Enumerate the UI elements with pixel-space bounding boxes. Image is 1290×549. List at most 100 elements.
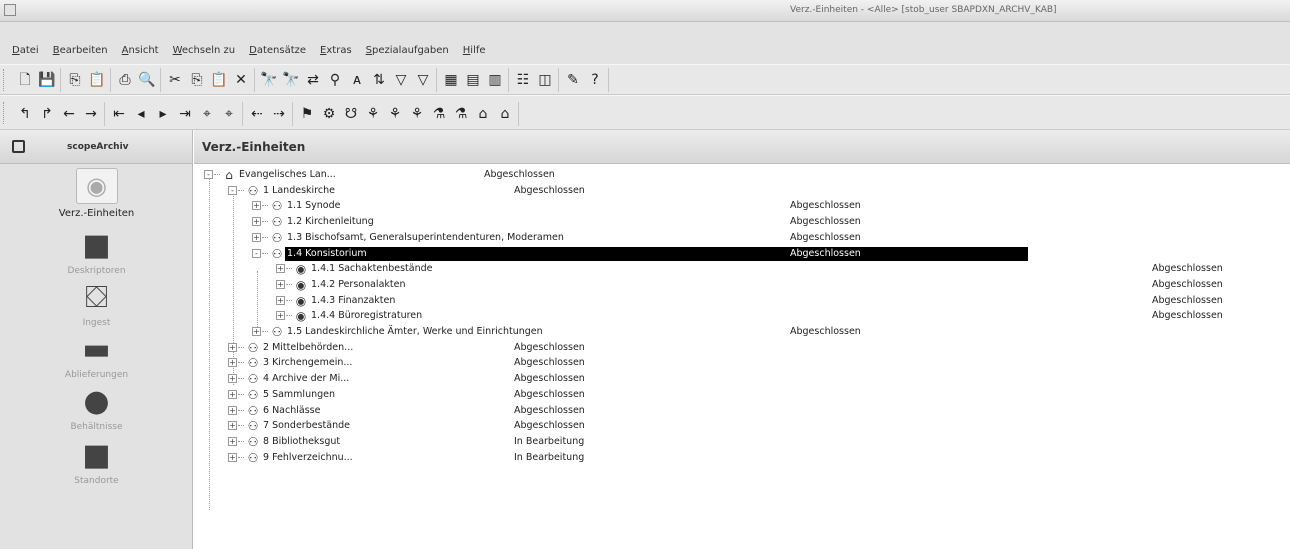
panel-icon[interactable] bbox=[12, 140, 25, 153]
sidebar-item-behältnisse[interactable]: ● Behältnisse bbox=[0, 386, 193, 433]
prev-icon[interactable]: ◂ bbox=[131, 104, 151, 124]
new-icon[interactable]: 🗋 bbox=[15, 70, 35, 90]
menu-item-datensätze[interactable]: Datensätze bbox=[249, 45, 306, 56]
menu-item-hilfe[interactable]: Hilfe bbox=[463, 45, 486, 56]
find-icon[interactable]: 🔭 bbox=[259, 70, 279, 90]
menu-item-ansicht[interactable]: Ansicht bbox=[122, 45, 159, 56]
arrow-left-icon[interactable]: ← bbox=[59, 104, 79, 124]
forward-icon[interactable]: ⇢ bbox=[269, 104, 289, 124]
tree-row[interactable]: + ◉ 1.4.4 Büroregistraturen Abgeschlossen bbox=[194, 309, 1290, 324]
expand-icon[interactable]: + bbox=[228, 374, 237, 384]
preview-icon[interactable]: 🔍 bbox=[137, 70, 157, 90]
delete-icon[interactable]: ✕ bbox=[231, 70, 251, 90]
expand-icon[interactable]: + bbox=[252, 201, 261, 211]
paste-icon[interactable]: 📋 bbox=[87, 70, 107, 90]
tree-row[interactable]: - ⚇ 1.4 Konsistorium Abgeschlossen bbox=[194, 246, 1290, 262]
menu-item-bearbeiten[interactable]: Bearbeiten bbox=[53, 45, 108, 56]
menu-item-wechseln-zu[interactable]: Wechseln zu bbox=[173, 45, 236, 56]
tree-row[interactable]: + ⚇ 3 Kirchengemein... Abgeschlossen bbox=[194, 356, 1290, 371]
tree-row[interactable]: + ⚇ 9 Fehlverzeichnu... In Bearbeitung bbox=[194, 451, 1290, 466]
expand-icon[interactable]: + bbox=[228, 436, 237, 446]
help-icon[interactable]: ? bbox=[585, 70, 605, 90]
back-icon[interactable]: ⇠ bbox=[247, 104, 267, 124]
properties-icon[interactable]: ☷ bbox=[513, 70, 533, 90]
tool2-icon[interactable]: ⚙ bbox=[319, 104, 339, 124]
tree-row[interactable]: + ◉ 1.4.1 Sachaktenbestände Abgeschlossen bbox=[194, 262, 1290, 277]
expand-icon[interactable]: + bbox=[228, 452, 237, 462]
expand-icon[interactable]: + bbox=[276, 264, 285, 274]
expand-icon[interactable]: + bbox=[228, 421, 237, 431]
view2-icon[interactable]: ▤ bbox=[463, 70, 483, 90]
tree-row[interactable]: + ⚇ 1.2 Kirchenleitung Abgeschlossen bbox=[194, 215, 1290, 230]
sidebar-item-ablieferungen[interactable]: ▬ Ablieferungen bbox=[0, 334, 193, 381]
level-up-icon[interactable]: ↰ bbox=[15, 104, 35, 124]
sidebar-item-standorte[interactable]: ■ Standorte bbox=[0, 440, 193, 487]
tree-row[interactable]: + ⚇ 1.1 Synode Abgeschlossen bbox=[194, 199, 1290, 214]
next-icon[interactable]: ▸ bbox=[153, 104, 173, 124]
menu-item-spezialaufgaben[interactable]: Spezialaufgaben bbox=[366, 45, 449, 56]
toolbar-grip[interactable] bbox=[3, 69, 6, 91]
toolbar-grip[interactable] bbox=[3, 102, 6, 124]
expand-icon[interactable]: + bbox=[228, 405, 237, 415]
last-icon[interactable]: ⇥ bbox=[175, 104, 195, 124]
tree-row[interactable]: + ⚇ 1.3 Bischofsamt, Generalsuperintendent… bbox=[194, 231, 1290, 246]
level-down-icon[interactable]: ↱ bbox=[37, 104, 57, 124]
tree-row[interactable]: + ◉ 1.4.2 Personalakten Abgeschlossen bbox=[194, 278, 1290, 293]
replace-icon[interactable]: ⇄ bbox=[303, 70, 323, 90]
tool-icon[interactable]: ✎ bbox=[563, 70, 583, 90]
sidebar-item-ingest[interactable]: ⛋ Ingest bbox=[0, 282, 193, 329]
copy2-icon[interactable]: ⎘ bbox=[187, 70, 207, 90]
menu-item-datei[interactable]: Datei bbox=[12, 45, 39, 56]
expand-icon[interactable]: + bbox=[228, 358, 237, 368]
sidebar-item-verz-einheiten[interactable]: ◉ Verz.-Einheiten bbox=[0, 168, 193, 219]
find-next-icon[interactable]: 🔭 bbox=[281, 70, 301, 90]
tree-row[interactable]: + ⚇ 8 Bibliotheksgut In Bearbeitung bbox=[194, 435, 1290, 450]
tool8-icon[interactable]: ⚗ bbox=[451, 104, 471, 124]
tool7-icon[interactable]: ⚗ bbox=[429, 104, 449, 124]
arrow-right-icon[interactable]: → bbox=[81, 104, 101, 124]
tool6-icon[interactable]: ⚘ bbox=[407, 104, 427, 124]
cut-icon[interactable]: ✂ bbox=[165, 70, 185, 90]
tool10-icon[interactable]: ⌂ bbox=[495, 104, 515, 124]
goto2-icon[interactable]: ⌖ bbox=[219, 104, 239, 124]
print-icon[interactable]: ⎙ bbox=[115, 70, 135, 90]
expand-icon[interactable]: + bbox=[252, 217, 261, 227]
find-special-icon[interactable]: ᴀ bbox=[347, 70, 367, 90]
tree-row[interactable]: + ⚇ 1.5 Landeskirchliche Ämter, Werke und … bbox=[194, 325, 1290, 340]
tree-row[interactable]: + ⚇ 2 Mittelbehörden... Abgeschlossen bbox=[194, 341, 1290, 356]
expand-icon[interactable]: + bbox=[276, 295, 285, 305]
tree-row[interactable]: - ⌂ Evangelisches Lan... Abgeschlossen bbox=[194, 168, 1290, 183]
tool4-icon[interactable]: ⚘ bbox=[363, 104, 383, 124]
collapse-icon[interactable]: - bbox=[204, 170, 213, 179]
collapse-icon[interactable]: - bbox=[228, 185, 237, 195]
tree-row[interactable]: + ⚇ 6 Nachlässe Abgeschlossen bbox=[194, 404, 1290, 419]
tree-row[interactable]: + ⚇ 4 Archive der Mi... Abgeschlossen bbox=[194, 372, 1290, 387]
tree-row[interactable]: - ⚇ 1 Landeskirche Abgeschlossen bbox=[194, 184, 1290, 199]
tool1-icon[interactable]: ⚑ bbox=[297, 104, 317, 124]
collapse-icon[interactable]: - bbox=[252, 248, 261, 258]
window-icon[interactable]: ◫ bbox=[535, 70, 555, 90]
tree-row[interactable]: + ⚇ 7 Sonderbestände Abgeschlossen bbox=[194, 419, 1290, 434]
sort-icon[interactable]: ⇅ bbox=[369, 70, 389, 90]
expand-icon[interactable]: + bbox=[276, 311, 285, 321]
expand-icon[interactable]: + bbox=[252, 232, 261, 242]
expand-icon[interactable]: + bbox=[276, 279, 285, 289]
tool3-icon[interactable]: ☋ bbox=[341, 104, 361, 124]
tree-row[interactable]: + ⚇ 5 Sammlungen Abgeschlossen bbox=[194, 388, 1290, 403]
tool5-icon[interactable]: ⚘ bbox=[385, 104, 405, 124]
save-icon[interactable]: 💾 bbox=[37, 70, 57, 90]
expand-icon[interactable]: + bbox=[228, 342, 237, 352]
filter2-icon[interactable]: ▽ bbox=[391, 70, 411, 90]
menu-item-extras[interactable]: Extras bbox=[320, 45, 352, 56]
first-icon[interactable]: ⇤ bbox=[109, 104, 129, 124]
copy-icon[interactable]: ⎘ bbox=[65, 70, 85, 90]
view1-icon[interactable]: ▦ bbox=[441, 70, 461, 90]
expand-icon[interactable]: + bbox=[252, 327, 261, 336]
view3-icon[interactable]: ▥ bbox=[485, 70, 505, 90]
filter-icon[interactable]: ⚲ bbox=[325, 70, 345, 90]
paste2-icon[interactable]: 📋 bbox=[209, 70, 229, 90]
filter3-icon[interactable]: ▽ bbox=[413, 70, 433, 90]
goto-icon[interactable]: ⌖ bbox=[197, 104, 217, 124]
expand-icon[interactable]: + bbox=[228, 389, 237, 399]
sidebar-item-deskriptoren[interactable]: ■ Deskriptoren bbox=[0, 230, 193, 277]
